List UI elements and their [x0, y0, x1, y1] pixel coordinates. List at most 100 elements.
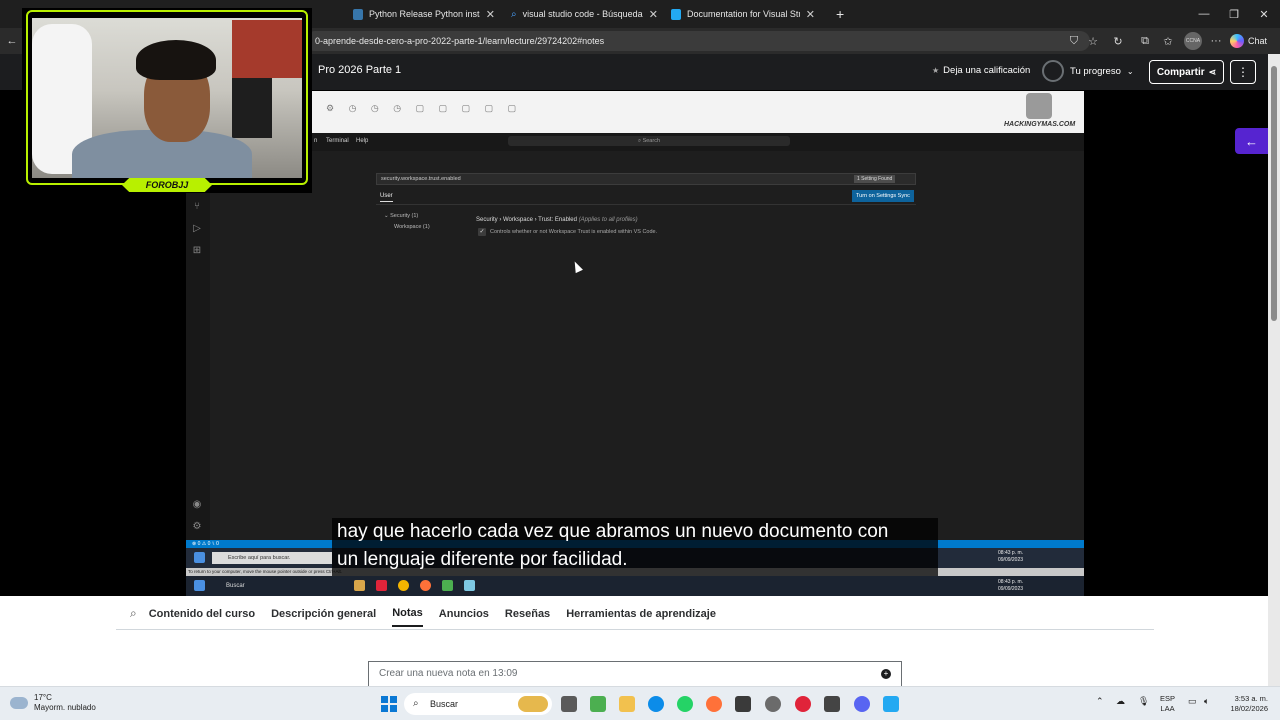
- share-label: Compartir: [1156, 66, 1205, 78]
- tab-vscode-search[interactable]: ⌕ visual studio code - Búsqueda ✕: [503, 4, 661, 24]
- lang-bottom: LAA: [1160, 704, 1175, 713]
- python-icon: [353, 8, 363, 20]
- vm-toolbar: ⚙ ◷ ◷ ◷ ▢ ▢ ▢ ▢ ▢ HACKINGYMAS.COM: [186, 91, 1084, 133]
- lang-top: ESP: [1160, 694, 1176, 703]
- language-indicator[interactable]: ESP LAA: [1160, 694, 1175, 714]
- vm-search-box: Escribe aquí para buscar.: [212, 552, 332, 564]
- source-control-icon: ⑂: [194, 201, 200, 212]
- vscode-command-search: ⌕ Search: [508, 136, 790, 146]
- task-view-icon[interactable]: [561, 696, 577, 712]
- favorites-icon[interactable]: ✩: [1160, 33, 1176, 49]
- scrollbar-thumb[interactable]: [1271, 66, 1277, 321]
- tab-announcements[interactable]: Anuncios: [439, 608, 489, 626]
- progress-ring-icon: [1042, 60, 1064, 82]
- copilot-icon: [1230, 34, 1244, 48]
- wall-poster: [232, 20, 302, 78]
- display-icon[interactable]: ▭: [1188, 696, 1197, 707]
- star-icon: ★: [932, 66, 940, 75]
- shield-icon[interactable]: ⛉: [1066, 33, 1082, 49]
- pen-app-icon[interactable]: [735, 696, 751, 712]
- opera-icon: [376, 580, 387, 591]
- snipping-tool-icon[interactable]: [824, 696, 840, 712]
- guitar-rack: [232, 78, 272, 138]
- vm-toolbar-icons: ⚙ ◷ ◷ ◷ ▢ ▢ ▢ ▢ ▢: [326, 103, 523, 113]
- webcam-overlay: FOROBJJ: [22, 8, 312, 193]
- progress-button[interactable]: Tu progreso ⌄: [1042, 60, 1134, 82]
- tab-overview[interactable]: Descripción general: [271, 608, 376, 626]
- tab-vscode-docs[interactable]: Documentation for Visual Studio C ✕: [663, 4, 823, 24]
- temperature: 17°C: [34, 693, 52, 702]
- share-button[interactable]: Compartir ⋖: [1149, 60, 1224, 84]
- subtitle-line: un lenguaje diferente por facilidad.: [337, 549, 628, 570]
- vscode-activity-bar: ⑂ ▷ ⊞ ◉ ⚙: [186, 151, 210, 547]
- opera-icon[interactable]: [795, 696, 811, 712]
- tree-label: Security (1): [390, 213, 419, 219]
- app-icon[interactable]: [765, 696, 781, 712]
- clock-time: 3:53 a. m.: [1234, 694, 1268, 703]
- rate-label: Deja una calificación: [943, 65, 1031, 76]
- rate-course-button[interactable]: ★ Deja una calificación: [932, 65, 1030, 76]
- network-icon[interactable]: ☁: [1116, 696, 1125, 707]
- settings-user-tab: User: [380, 193, 393, 202]
- settings-found-badge: 1 Setting Found: [854, 175, 896, 183]
- sidebar-toggle-button[interactable]: ←: [1235, 128, 1268, 154]
- vscode-search-label: Search: [642, 138, 661, 144]
- microphone-icon[interactable]: 🎙︎: [1138, 696, 1149, 707]
- weather-widget[interactable]: 17°C Mayorm. nublado: [10, 693, 96, 713]
- file-explorer-icon[interactable]: [619, 696, 635, 712]
- discord-icon[interactable]: [854, 696, 870, 712]
- vm-time: 08:43 p. m.: [998, 550, 1024, 556]
- menu-dots-icon[interactable]: ···: [1208, 33, 1224, 49]
- close-icon[interactable]: ✕: [806, 8, 815, 21]
- vscode-icon[interactable]: [883, 696, 899, 712]
- tab-learning-tools[interactable]: Herramientas de aprendizaje: [566, 608, 716, 626]
- new-tab-button[interactable]: +: [828, 4, 848, 24]
- add-note-icon[interactable]: +: [881, 669, 891, 679]
- windows-start-button[interactable]: [381, 696, 397, 712]
- gear-icon: ⚙: [192, 521, 202, 532]
- menu-item: n: [314, 138, 318, 144]
- refresh-icon[interactable]: ↻: [1110, 33, 1126, 49]
- setting-title-text: Security › Workspace › Trust: Enabled: [476, 217, 577, 223]
- vm-clock: 08:43 p. m. 09/09/2023: [998, 550, 1023, 564]
- profile-avatar[interactable]: CCNA: [1184, 32, 1202, 50]
- folder-icon: [354, 580, 365, 591]
- course-title[interactable]: Pro 2026 Parte 1: [318, 64, 401, 76]
- new-note-input[interactable]: Crear una nueva nota en 13:09 +: [368, 661, 902, 687]
- url-field[interactable]: 0-aprende-desde-cero-a-pro-2022-parte-1/…: [305, 31, 1090, 51]
- star-icon[interactable]: ☆: [1085, 33, 1101, 49]
- tab-label: visual studio code - Búsqueda: [522, 9, 643, 19]
- chat-button[interactable]: Chat: [1230, 31, 1267, 51]
- firefox-icon[interactable]: [706, 696, 722, 712]
- search-icon[interactable]: ⌕: [130, 606, 137, 627]
- tab-notes[interactable]: Notas: [392, 607, 423, 627]
- setting-title: Security › Workspace › Trust: Enabled (A…: [476, 217, 638, 223]
- extensions-icon[interactable]: ⧉: [1137, 33, 1153, 49]
- chevron-up-icon[interactable]: ⌃: [1096, 696, 1104, 707]
- weather-text: 17°C Mayorm. nublado: [34, 693, 96, 713]
- webcam-video: [32, 18, 302, 178]
- course-tabs-area: ⌕ Contenido del curso Descripción genera…: [0, 596, 1268, 687]
- more-options-button[interactable]: ⋮: [1230, 60, 1256, 84]
- tab-python-release[interactable]: Python Release Python install man ✕: [345, 4, 503, 24]
- close-icon[interactable]: ✕: [649, 8, 658, 21]
- page-scrollbar[interactable]: [1268, 54, 1280, 686]
- system-clock[interactable]: 3:53 a. m. 18/02/2026: [1224, 694, 1268, 714]
- close-window-button[interactable]: ✕: [1246, 0, 1280, 28]
- close-icon[interactable]: ✕: [486, 8, 495, 21]
- tab-course-content[interactable]: Contenido del curso: [149, 608, 255, 626]
- subtitle-line: hay que hacerlo cada vez que abramos un …: [337, 521, 889, 542]
- vm-date: 09/09/2023: [998, 557, 1024, 563]
- volume-icon[interactable]: 🔈︎: [1204, 696, 1209, 707]
- vmware-icon[interactable]: [590, 696, 606, 712]
- tab-reviews[interactable]: Reseñas: [505, 608, 550, 626]
- weather-desc: Mayorm. nublado: [34, 703, 96, 712]
- vscode-menubar: n Terminal Help ⌕ Search: [186, 133, 1084, 151]
- news-widget-icon[interactable]: [518, 696, 548, 712]
- back-icon[interactable]: ←: [4, 33, 20, 49]
- menu-item: Terminal: [326, 138, 349, 144]
- recorded-host-taskbar: Buscar 08:43 p. m. 09/09/2023: [186, 576, 1084, 596]
- whatsapp-icon[interactable]: [677, 696, 693, 712]
- account-icon: ◉: [192, 499, 202, 510]
- edge-icon[interactable]: [648, 696, 664, 712]
